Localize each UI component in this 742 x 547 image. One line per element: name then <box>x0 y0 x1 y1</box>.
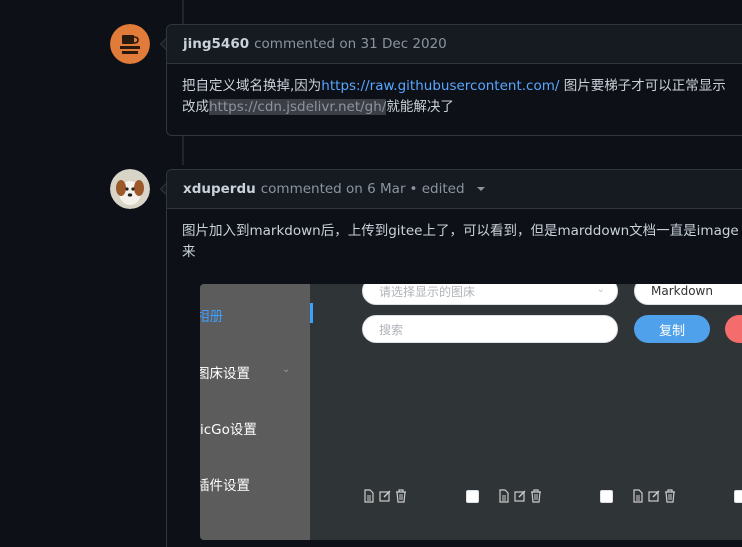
edit-icon <box>514 490 526 502</box>
comment-author[interactable]: jing5460 <box>183 36 249 52</box>
body-link[interactable]: https://raw.githubusercontent.com/ <box>321 78 559 94</box>
body-text: 把自定义域名换掉,因为 <box>182 78 322 94</box>
avatar-jing5460[interactable] <box>110 24 150 64</box>
comment-header: xduperdu commented on 6 Mar • edited <box>167 170 742 209</box>
sidebar-item-album: 相册 <box>200 309 223 325</box>
active-indicator <box>310 303 313 323</box>
delete-button <box>725 315 742 343</box>
copy-label: 复制 <box>658 323 685 339</box>
picbed-select: 请选择显示的图床 ⌄ <box>362 284 618 305</box>
item-actions <box>497 489 543 503</box>
body-text: 来 <box>182 244 196 260</box>
format-value: Markdown <box>651 284 713 298</box>
body-text: 改成 <box>182 99 209 115</box>
comment-1: jing5460 commented on 31 Dec 2020 把自定义域名… <box>166 24 742 136</box>
select-placeholder: 请选择显示的图床 <box>379 284 476 299</box>
item-actions <box>362 489 408 503</box>
embedded-screenshot[interactable]: 相册 图床设置 ⌄ icGo设置 插件设置 请选择显示的图床 ⌄ Markdow… <box>200 284 742 540</box>
item-actions <box>631 489 677 503</box>
comment-body: 图片加入到markdown后，上传到gitee上了，可以看到，但是marddow… <box>167 209 742 275</box>
search-placeholder: 搜索 <box>379 322 404 337</box>
search-input: 搜索 <box>362 315 618 343</box>
sidebar-item-picbed-settings: 图床设置 <box>200 366 250 382</box>
body-text: 图片要梯子才可以正常显示 <box>559 78 726 94</box>
dog-avatar-icon <box>110 169 150 209</box>
copy-button: 复制 <box>634 315 710 343</box>
select-checkbox <box>734 490 742 503</box>
document-icon <box>364 489 374 503</box>
format-select: Markdown <box>634 284 742 305</box>
chevron-down-icon: ⌄ <box>596 284 605 295</box>
comment-meta[interactable]: commented on 31 Dec 2020 <box>254 36 447 52</box>
inline-code: https://cdn.jsdelivr.net/gh/ <box>209 99 387 115</box>
trash-icon <box>396 489 406 503</box>
body-text: 就能解决了 <box>386 99 454 115</box>
trash-icon <box>531 489 541 503</box>
comment-body: 把自定义域名换掉,因为https://raw.githubusercontent… <box>167 64 742 130</box>
trash-icon <box>665 489 675 503</box>
coffee-avatar-icon <box>110 24 150 64</box>
select-checkbox <box>466 490 479 503</box>
sidebar-item-picgo-settings: icGo设置 <box>200 422 257 438</box>
comment-meta[interactable]: commented on 6 Mar <box>261 181 406 197</box>
body-text: 图片加入到markdown后，上传到gitee上了，可以看到，但是marddow… <box>182 223 742 239</box>
edited-label[interactable]: • edited <box>410 181 465 197</box>
edit-icon <box>648 490 660 502</box>
chevron-down-icon[interactable] <box>476 187 485 191</box>
comment-header: jing5460 commented on 31 Dec 2020 <box>167 25 742 64</box>
sidebar-item-plugin-settings: 插件设置 <box>200 478 250 494</box>
select-checkbox <box>600 490 613 503</box>
document-icon <box>499 489 509 503</box>
document-icon <box>633 489 643 503</box>
app-sidebar: 相册 图床设置 ⌄ icGo设置 插件设置 <box>200 284 310 540</box>
chevron-down-icon: ⌄ <box>282 364 291 375</box>
edit-icon <box>379 490 391 502</box>
avatar-xduperdu[interactable] <box>110 169 150 209</box>
comment-author[interactable]: xduperdu <box>183 181 256 197</box>
